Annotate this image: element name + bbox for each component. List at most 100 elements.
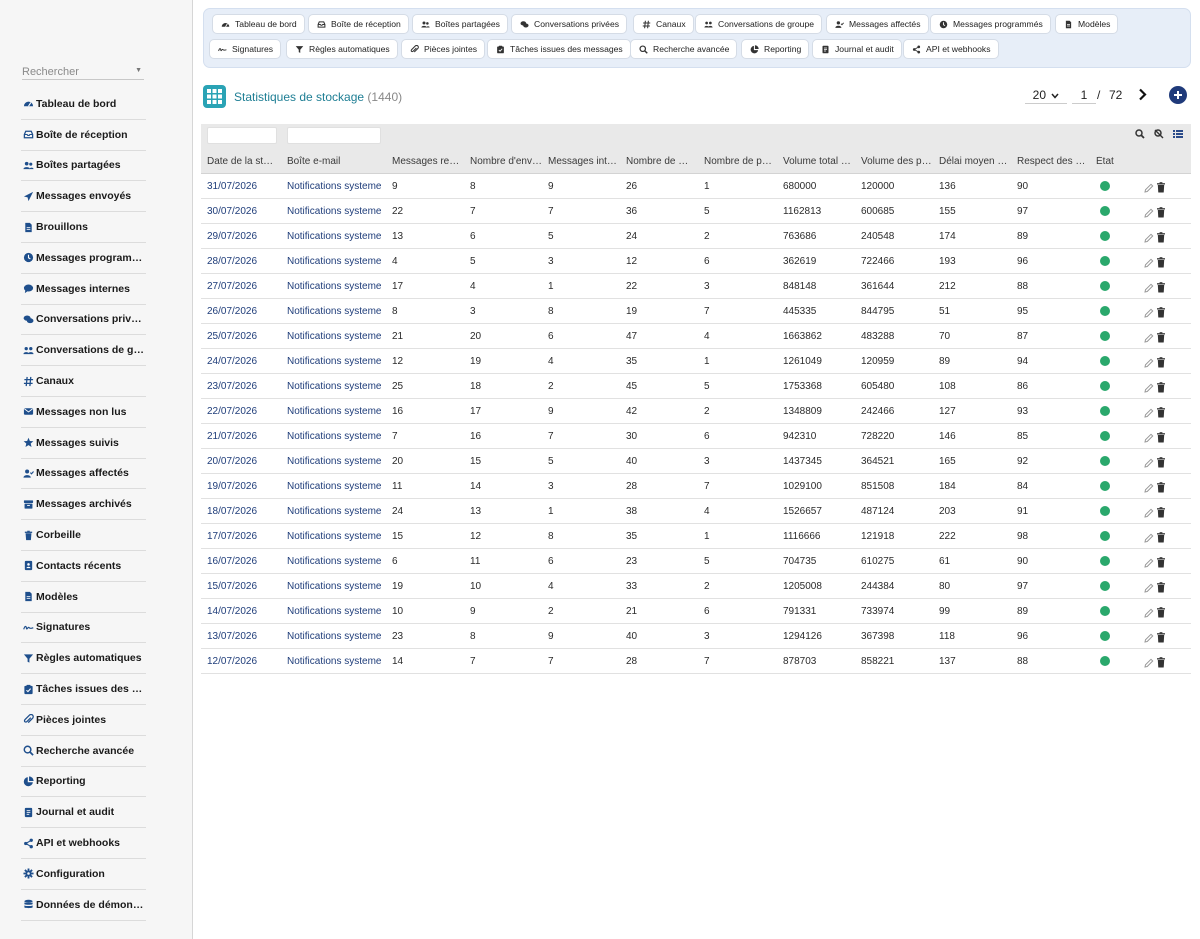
- date-link[interactable]: 30/07/2026: [207, 206, 257, 217]
- trash-icon[interactable]: [1156, 230, 1166, 248]
- mailbox-link[interactable]: Notifications systeme: [287, 181, 381, 192]
- mailbox-link[interactable]: Notifications systeme: [287, 606, 381, 617]
- trash-icon[interactable]: [1156, 505, 1166, 523]
- nav-chip-signatures[interactable]: Signatures: [209, 39, 282, 59]
- mailbox-link[interactable]: Notifications systeme: [287, 356, 381, 367]
- table-row[interactable]: 30/07/2026 Notifications systeme 22 7 7 36 5 11…: [201, 199, 1191, 224]
- mailbox-link[interactable]: Notifications systeme: [287, 206, 381, 217]
- date-link[interactable]: 27/07/2026: [207, 281, 257, 292]
- column-header[interactable]: Volume des pièces jointes: [861, 156, 933, 167]
- sidebar-item-regles-automatiques[interactable]: Règles automatiques: [21, 643, 146, 675]
- date-link[interactable]: 25/07/2026: [207, 331, 257, 342]
- mailbox-link[interactable]: Notifications systeme: [287, 481, 381, 492]
- sidebar-item-reporting[interactable]: Reporting: [21, 767, 146, 798]
- column-header[interactable]: Nombre d'envois: [470, 156, 542, 167]
- nav-chip-conversations-de-groupe[interactable]: Conversations de groupe: [695, 14, 823, 34]
- mailbox-link[interactable]: Notifications systeme: [287, 281, 381, 292]
- date-link[interactable]: 13/07/2026: [207, 631, 257, 642]
- trash-icon[interactable]: [1156, 180, 1166, 198]
- table-row[interactable]: 28/07/2026 Notifications systeme 4 5 3 12 6 362…: [201, 249, 1191, 274]
- table-row[interactable]: 12/07/2026 Notifications systeme 14 7 7 28 7 87…: [201, 649, 1191, 674]
- mailbox-filter-input[interactable]: [287, 127, 381, 144]
- clear-search-icon[interactable]: [1154, 129, 1164, 139]
- table-row[interactable]: 18/07/2026 Notifications systeme 24 13 1 38 4 1…: [201, 499, 1191, 524]
- trash-icon[interactable]: [1156, 655, 1166, 673]
- table-row[interactable]: 29/07/2026 Notifications systeme 13 6 5 24 2 76…: [201, 224, 1191, 249]
- nav-chip-tableau-de-bord[interactable]: Tableau de bord: [212, 14, 305, 34]
- sidebar-item-conversations-de-groupe[interactable]: Conversations de groupe: [21, 335, 146, 367]
- column-header[interactable]: Messages internes: [548, 156, 620, 167]
- column-header[interactable]: Messages reçus: [392, 156, 464, 167]
- add-record-button[interactable]: [1169, 86, 1187, 104]
- date-link[interactable]: 18/07/2026: [207, 506, 257, 517]
- table-row[interactable]: 24/07/2026 Notifications systeme 12 19 4 35 1 1…: [201, 349, 1191, 374]
- pencil-icon[interactable]: [1144, 580, 1154, 598]
- trash-icon[interactable]: [1156, 455, 1166, 473]
- nav-chip-regles-automatiques[interactable]: Règles automatiques: [286, 39, 398, 59]
- column-header[interactable]: Date de la statistique: [207, 156, 277, 167]
- trash-icon[interactable]: [1156, 405, 1166, 423]
- column-header[interactable]: Boîte e-mail: [287, 156, 340, 167]
- mailbox-link[interactable]: Notifications systeme: [287, 631, 381, 642]
- pencil-icon[interactable]: [1144, 655, 1154, 673]
- trash-icon[interactable]: [1156, 530, 1166, 548]
- trash-icon[interactable]: [1156, 430, 1166, 448]
- pencil-icon[interactable]: [1144, 305, 1154, 323]
- mailbox-link[interactable]: Notifications systeme: [287, 231, 381, 242]
- table-row[interactable]: 26/07/2026 Notifications systeme 8 3 8 19 7 445…: [201, 299, 1191, 324]
- date-link[interactable]: 29/07/2026: [207, 231, 257, 242]
- pencil-icon[interactable]: [1144, 380, 1154, 398]
- mailbox-link[interactable]: Notifications systeme: [287, 381, 381, 392]
- mailbox-link[interactable]: Notifications systeme: [287, 581, 381, 592]
- column-header[interactable]: Nombre de conversations: [626, 156, 690, 167]
- column-list-icon[interactable]: [1173, 129, 1183, 139]
- sidebar-item-tableau-de-bord[interactable]: Tableau de bord: [21, 89, 146, 120]
- sidebar-item-boite-de-reception[interactable]: Boîte de réception: [21, 120, 146, 151]
- date-link[interactable]: 14/07/2026: [207, 606, 257, 617]
- sidebar-item-boites-partagees[interactable]: Boîtes partagées: [21, 151, 146, 182]
- pencil-icon[interactable]: [1144, 555, 1154, 573]
- pencil-icon[interactable]: [1144, 280, 1154, 298]
- column-header[interactable]: État: [1096, 156, 1114, 167]
- pencil-icon[interactable]: [1144, 205, 1154, 223]
- pencil-icon[interactable]: [1144, 330, 1154, 348]
- trash-icon[interactable]: [1156, 480, 1166, 498]
- nav-chip-recherche-avancee[interactable]: Recherche avancée: [630, 39, 738, 59]
- sidebar-item-canaux[interactable]: Canaux: [21, 366, 146, 397]
- mailbox-link[interactable]: Notifications systeme: [287, 556, 381, 567]
- date-link[interactable]: 22/07/2026: [207, 406, 257, 417]
- trash-icon[interactable]: [1156, 305, 1166, 323]
- sidebar-item-brouillons[interactable]: Brouillons: [21, 212, 146, 243]
- mailbox-link[interactable]: Notifications systeme: [287, 406, 381, 417]
- date-link[interactable]: 23/07/2026: [207, 381, 257, 392]
- date-link[interactable]: 20/07/2026: [207, 456, 257, 467]
- search-icon[interactable]: [1135, 129, 1145, 139]
- table-row[interactable]: 14/07/2026 Notifications systeme 10 9 2 21 6 79…: [201, 599, 1191, 624]
- trash-icon[interactable]: [1156, 205, 1166, 223]
- sidebar-item-taches-issues-des-messages[interactable]: Tâches issues des messages: [21, 674, 146, 705]
- nav-chip-boites-partagees[interactable]: Boîtes partagées: [412, 14, 508, 34]
- mailbox-link[interactable]: Notifications systeme: [287, 656, 381, 667]
- chevron-down-icon[interactable]: ▼: [135, 67, 142, 74]
- mailbox-link[interactable]: Notifications systeme: [287, 531, 381, 542]
- table-row[interactable]: 19/07/2026 Notifications systeme 11 14 3 28 7 1…: [201, 474, 1191, 499]
- search-input[interactable]: [22, 63, 144, 81]
- date-link[interactable]: 28/07/2026: [207, 256, 257, 267]
- trash-icon[interactable]: [1156, 280, 1166, 298]
- nav-chip-modeles[interactable]: Modèles: [1055, 14, 1119, 34]
- pencil-icon[interactable]: [1144, 480, 1154, 498]
- nav-chip-journal-et-audit[interactable]: Journal et audit: [812, 39, 902, 59]
- table-row[interactable]: 16/07/2026 Notifications systeme 6 11 6 23 5 70…: [201, 549, 1191, 574]
- sidebar-item-donnees-de-demonstration[interactable]: Données de démonstration: [21, 890, 146, 921]
- sidebar-item-contacts-recents[interactable]: Contacts récents: [21, 551, 146, 582]
- pencil-icon[interactable]: [1144, 405, 1154, 423]
- date-link[interactable]: 17/07/2026: [207, 531, 257, 542]
- sidebar-item-modeles[interactable]: Modèles: [21, 582, 146, 613]
- mailbox-link[interactable]: Notifications systeme: [287, 431, 381, 442]
- trash-icon[interactable]: [1156, 555, 1166, 573]
- sidebar-item-messages-internes[interactable]: Messages internes: [21, 274, 146, 305]
- pencil-icon[interactable]: [1144, 430, 1154, 448]
- mailbox-link[interactable]: Notifications systeme: [287, 256, 381, 267]
- table-row[interactable]: 22/07/2026 Notifications systeme 16 17 9 42 2 1…: [201, 399, 1191, 424]
- pencil-icon[interactable]: [1144, 455, 1154, 473]
